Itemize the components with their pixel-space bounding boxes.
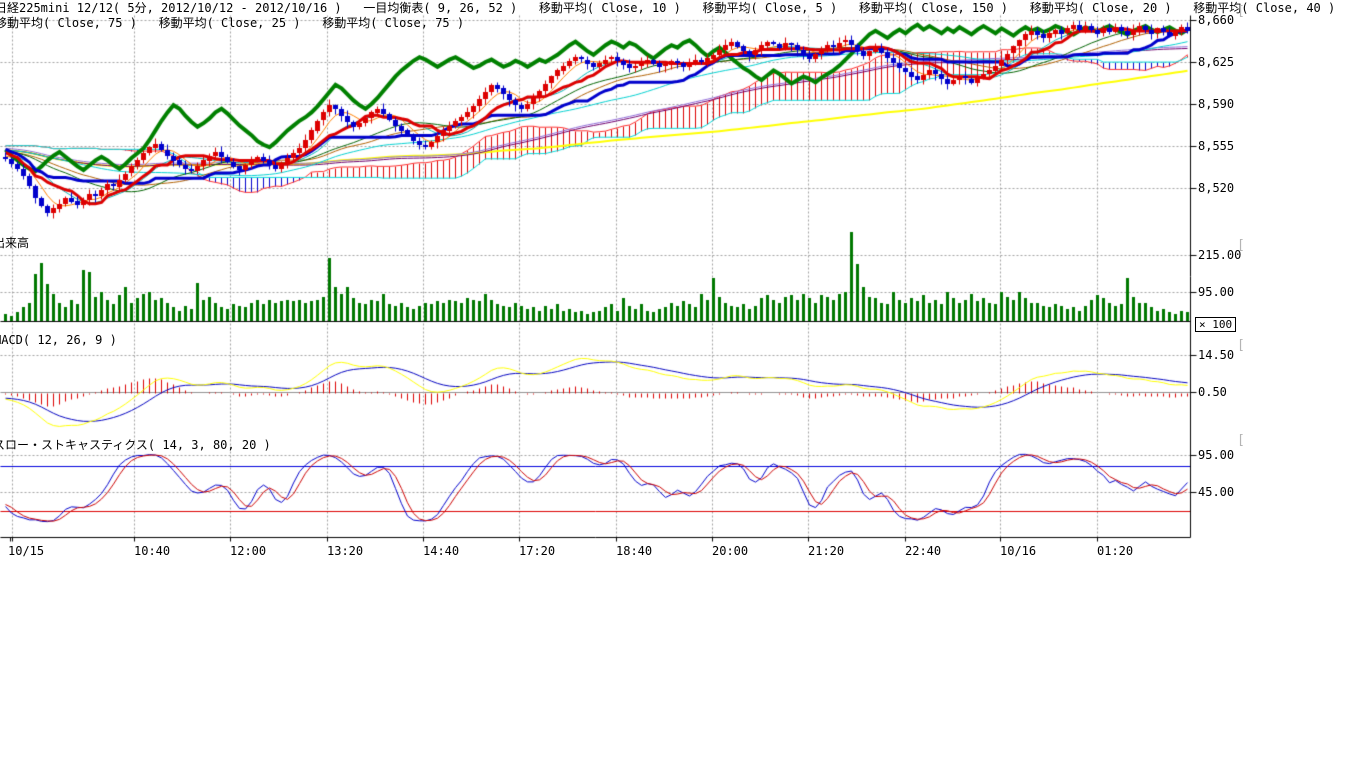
pane-bracket-icon[interactable]: [ [1237, 4, 1245, 19]
time-axis-label: 18:40 [616, 544, 652, 558]
time-axis-label: 22:40 [905, 544, 941, 558]
y-axis-tick: 8,660 [1198, 13, 1234, 27]
time-axis-label: 12:00 [230, 544, 266, 558]
y-axis-tick: 8,590 [1198, 97, 1234, 111]
y-axis-tick: 215.00 [1198, 248, 1241, 262]
header-indicator-line-1: 日経225mini 12/12( 5分, 2012/10/12 - 2012/1… [0, 1, 1335, 15]
pane-bracket-icon[interactable]: [ [1237, 338, 1245, 353]
volume-unit-multiplier-box: × 100 [1195, 317, 1236, 332]
header-indicator-line-2: 移動平均( Close, 75 ) 移動平均( Close, 25 ) 移動平均… [0, 16, 464, 30]
y-axis-tick: 8,625 [1198, 55, 1234, 69]
chart-application-window: 日経225mini 12/12( 5分, 2012/10/12 - 2012/1… [0, 0, 1366, 768]
time-axis-label: 20:00 [712, 544, 748, 558]
time-axis-label: 10:40 [134, 544, 170, 558]
y-axis-tick: 8,520 [1198, 181, 1234, 195]
time-axis-label: 10/16 [1000, 544, 1036, 558]
y-axis-tick: 8,555 [1198, 139, 1234, 153]
time-axis-label: 21:20 [808, 544, 844, 558]
time-axis-label: 13:20 [327, 544, 363, 558]
chart-canvas[interactable] [0, 0, 1366, 768]
y-axis-tick: 95.00 [1198, 448, 1234, 462]
macd-pane-label: MACD( 12, 26, 9 ) [0, 333, 117, 347]
pane-bracket-icon[interactable]: [ [1237, 238, 1245, 253]
y-axis-tick: 14.50 [1198, 348, 1234, 362]
pane-bracket-icon[interactable]: [ [1237, 433, 1245, 448]
time-axis-label: 14:40 [423, 544, 459, 558]
stochastics-pane-label: スロー・ストキャスティクス( 14, 3, 80, 20 ) [0, 436, 271, 453]
y-axis-tick: 0.50 [1198, 385, 1227, 399]
time-axis-label: 01:20 [1097, 544, 1133, 558]
time-axis-label: 17:20 [519, 544, 555, 558]
y-axis-tick: 95.00 [1198, 285, 1234, 299]
volume-pane-label: 出来高 [0, 234, 29, 251]
time-axis-label: 10/15 [8, 544, 44, 558]
y-axis-tick: 45.00 [1198, 485, 1234, 499]
